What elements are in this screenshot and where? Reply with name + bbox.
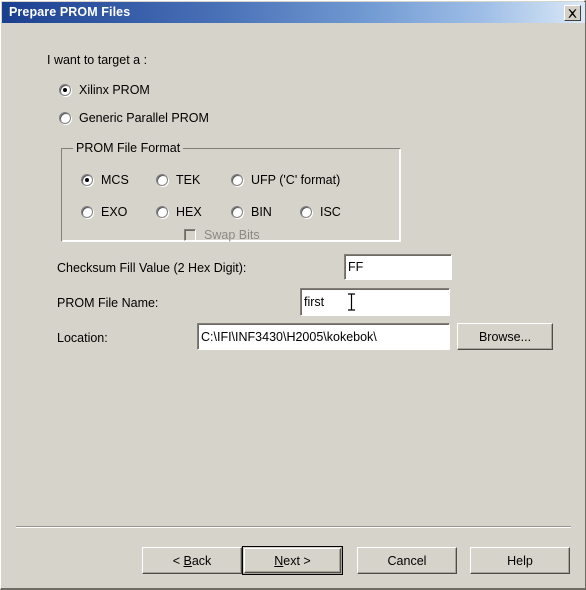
close-icon: [565, 8, 580, 19]
prom-file-name-input[interactable]: first: [300, 288, 450, 316]
radio-format-mcs[interactable]: MCS: [81, 173, 129, 187]
checkbox-swap-bits: Swap Bits: [184, 228, 260, 242]
location-text: C:\IFI\INF3430\H2005\kokebok\: [201, 329, 377, 344]
radio-indicator-icon: [81, 174, 93, 186]
radio-indicator-icon: [300, 206, 312, 218]
radio-label: Generic Parallel PROM: [79, 111, 209, 125]
checksum-fill-value-label: Checksum Fill Value (2 Hex Digit):: [57, 261, 247, 275]
help-button-label: Help: [507, 553, 533, 568]
next-button-label: Next >: [274, 553, 311, 568]
radio-label: BIN: [251, 205, 272, 219]
dialog-window: Prepare PROM Files I want to target a : …: [0, 0, 586, 590]
prom-file-format-group-title: PROM File Format: [73, 141, 184, 155]
radio-format-bin[interactable]: BIN: [231, 205, 272, 219]
radio-label: UFP ('C' format): [251, 173, 341, 187]
radio-format-hex[interactable]: HEX: [156, 205, 202, 219]
radio-format-isc[interactable]: ISC: [300, 205, 341, 219]
close-button[interactable]: [564, 5, 581, 21]
title-bar[interactable]: Prepare PROM Files: [2, 2, 585, 23]
checksum-fill-value-input[interactable]: FF: [344, 254, 452, 280]
radio-label: HEX: [176, 205, 202, 219]
target-prompt-label: I want to target a :: [47, 53, 148, 67]
radio-xilinx-prom[interactable]: Xilinx PROM: [59, 83, 150, 97]
radio-generic-parallel-prom[interactable]: Generic Parallel PROM: [59, 111, 209, 125]
cancel-button[interactable]: Cancel: [357, 547, 457, 574]
location-label: Location:: [57, 331, 108, 345]
radio-indicator-icon: [231, 174, 243, 186]
radio-indicator-icon: [59, 84, 71, 96]
radio-indicator-icon: [81, 206, 93, 218]
help-button[interactable]: Help: [470, 547, 570, 574]
radio-label: TEK: [176, 173, 201, 187]
radio-indicator-icon: [156, 206, 168, 218]
browse-button-label: Browse...: [478, 329, 532, 344]
radio-label: EXO: [101, 205, 128, 219]
window-title: Prepare PROM Files: [9, 5, 131, 19]
radio-label: Xilinx PROM: [79, 83, 150, 97]
prom-file-name-label: PROM File Name:: [57, 296, 159, 310]
location-input[interactable]: C:\IFI\INF3430\H2005\kokebok\: [197, 323, 450, 350]
radio-indicator-icon: [156, 174, 168, 186]
radio-format-exo[interactable]: EXO: [81, 205, 127, 219]
next-button[interactable]: Next >: [242, 546, 343, 575]
back-button-label: < Back: [172, 553, 212, 568]
back-button[interactable]: < Back: [142, 547, 242, 574]
browse-button[interactable]: Browse...: [457, 323, 553, 350]
dialog-client-area: I want to target a : Xilinx PROM Generic…: [2, 23, 585, 588]
radio-format-tek[interactable]: TEK: [156, 173, 200, 187]
cancel-button-label: Cancel: [387, 553, 427, 568]
prom-file-name-text: first: [304, 295, 325, 309]
radio-format-ufp[interactable]: UFP ('C' format): [231, 173, 340, 187]
checkbox-label: Swap Bits: [204, 228, 260, 242]
checkbox-indicator-icon: [184, 229, 196, 241]
footer-separator: [16, 526, 571, 528]
checksum-fill-value-text: FF: [348, 260, 364, 274]
radio-label: MCS: [101, 173, 129, 187]
radio-indicator-icon: [59, 112, 71, 124]
radio-indicator-icon: [231, 206, 243, 218]
radio-label: ISC: [320, 205, 341, 219]
